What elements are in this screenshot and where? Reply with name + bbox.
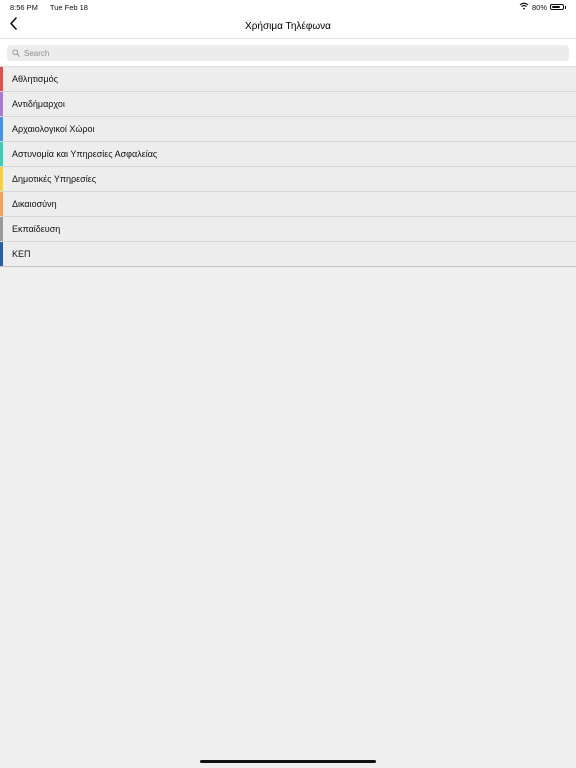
list-item-label: ΚΕΠ xyxy=(12,249,31,259)
list-item-label: Αρχαιολογικοί Χώροι xyxy=(12,124,95,134)
header-area: 8:56 PM Tue Feb 18 80% Χρήσιμα Τηλέφωνα … xyxy=(0,0,576,66)
screen: 8:56 PM Tue Feb 18 80% Χρήσιμα Τηλέφωνα … xyxy=(0,0,576,768)
list-item[interactable]: Αρχαιολογικοί Χώροι xyxy=(0,117,576,142)
status-left: 8:56 PM Tue Feb 18 xyxy=(10,3,98,12)
category-color-strip xyxy=(0,192,3,216)
search-field[interactable] xyxy=(7,45,569,61)
battery-icon xyxy=(550,4,564,10)
list-item[interactable]: ΚΕΠ xyxy=(0,242,576,267)
search-input[interactable] xyxy=(24,48,524,58)
nav-bar: Χρήσιμα Τηλέφωνα xyxy=(0,14,576,39)
chevron-left-icon xyxy=(9,17,18,35)
category-color-strip xyxy=(0,117,3,141)
list-item[interactable]: Δικαιοσύνη xyxy=(0,192,576,217)
battery-percent: 80% xyxy=(531,2,547,12)
list-item[interactable]: Εκπαίδευση xyxy=(0,217,576,242)
list-item-label: Αστυνομία και Υπηρεσίες Ασφαλείας xyxy=(12,149,158,159)
category-color-strip xyxy=(0,142,3,166)
list-item-label: Δημοτικές Υπηρεσίες xyxy=(12,174,97,184)
search-icon xyxy=(12,44,20,62)
battery-level xyxy=(552,6,560,8)
back-button[interactable] xyxy=(4,14,22,38)
category-color-strip xyxy=(0,92,3,116)
home-indicator xyxy=(200,760,376,763)
battery-cap xyxy=(565,5,566,9)
category-list: Αθλητισμός Αντιδήμαρχοι Αρχαιολογικοί Χώρο… xyxy=(0,66,576,267)
list-item-label: Δικαιοσύνη xyxy=(12,199,57,209)
category-color-strip xyxy=(0,167,3,191)
wifi-icon xyxy=(519,2,529,12)
list-item-label: Αθλητισμός xyxy=(12,74,58,84)
list-item[interactable]: Δημοτικές Υπηρεσίες xyxy=(0,167,576,192)
status-right: 80% xyxy=(519,2,566,12)
status-date: Tue Feb 18 xyxy=(49,2,88,12)
list-item-label: Εκπαίδευση xyxy=(12,224,61,234)
category-color-strip xyxy=(0,67,3,91)
status-bar: 8:56 PM Tue Feb 18 80% xyxy=(0,0,576,14)
list-item[interactable]: Αθλητισμός xyxy=(0,67,576,92)
category-color-strip xyxy=(0,217,3,241)
search-bar xyxy=(0,39,576,66)
list-item[interactable]: Αντιδήμαρχοι xyxy=(0,92,576,117)
page-title: Χρήσιμα Τηλέφωνα xyxy=(245,20,331,32)
category-color-strip xyxy=(0,242,3,266)
list-item[interactable]: Αστυνομία και Υπηρεσίες Ασφαλείας xyxy=(0,142,576,167)
status-time: 8:56 PM xyxy=(10,2,38,12)
list-item-label: Αντιδήμαρχοι xyxy=(12,99,65,109)
